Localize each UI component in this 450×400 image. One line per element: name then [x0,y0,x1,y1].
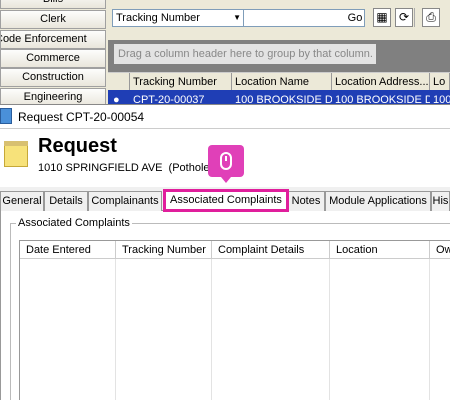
nav-item-clerk[interactable]: Clerk [0,10,106,29]
background-window: Bills Clerk Code Enforcement Commerce Co… [0,0,450,110]
tab-general[interactable]: General [0,191,44,211]
column-divider [115,259,116,400]
column-divider [329,259,330,400]
request-address: 1010 SPRINGFIELD AVE [38,162,163,174]
toolbar-divider [414,8,415,27]
column-tracking-number[interactable]: Tracking Number [116,241,212,259]
page-title: Request [38,135,117,157]
grid-header: Tracking Number Location Name Location A… [108,72,450,91]
window-icon [0,108,12,124]
dialog-titlebar[interactable]: Request CPT-20-00054 [0,105,450,129]
sticky-note-icon [4,141,28,167]
column-date-entered[interactable]: Date Entered [20,241,116,259]
nav-item-commerce[interactable]: Commerce [0,49,106,68]
request-dialog: Request CPT-20-00054 Request 1010 SPRING… [0,104,450,400]
window-title: Request CPT-20-00054 [18,110,145,124]
column-owner[interactable]: Own [430,241,450,259]
column-divider [429,259,430,400]
tab-associated-complaints[interactable]: Associated Complaints [163,189,289,212]
column-location[interactable]: Location [330,241,430,259]
list-header: Date Entered Tracking Number Complaint D… [20,241,450,259]
tab-notes[interactable]: Notes [287,191,325,211]
go-button[interactable]: Go [346,9,364,27]
request-category: (Pothole) [168,162,214,174]
cursor-badge [208,145,244,183]
grid-header-location-address[interactable]: Location Address... [332,73,430,91]
tab-complainants[interactable]: Complainants [88,191,162,211]
nav-item-bills[interactable]: Bills [0,0,106,9]
mouse-icon [220,152,232,170]
tab-strip: General Details Complainants Associated … [0,189,450,212]
module-nav: Bills Clerk Code Enforcement Commerce Co… [0,0,108,110]
tab-history[interactable]: His [431,191,450,211]
associated-complaints-list[interactable]: Date Entered Tracking Number Complaint D… [19,240,450,400]
nav-item-construction[interactable]: Construction [0,68,106,87]
associated-complaints-group: Associated Complaints Date Entered Track… [10,216,450,400]
results-grid: Drag a column header here to group by th… [108,40,450,110]
column-divider [211,259,212,400]
grid-icon[interactable]: ▦ [373,8,391,27]
group-by-hint[interactable]: Drag a column header here to group by th… [114,44,376,64]
refresh-icon[interactable]: ⟳ [395,8,413,27]
tab-details[interactable]: Details [44,191,88,211]
grid-header-location-name[interactable]: Location Name [232,73,332,91]
tab-module-applications[interactable]: Module Applications [325,191,431,211]
grid-header-tracking-number[interactable]: Tracking Number [130,73,232,91]
column-complaint-details[interactable]: Complaint Details [212,241,330,259]
search-field-select[interactable]: Tracking Number ▼ [112,9,246,27]
list-body [20,259,450,400]
chevron-down-icon: ▼ [233,13,241,22]
section-title: Associated Complaints [16,216,132,230]
associated-complaints-panel: Associated Complaints Date Entered Track… [0,211,450,400]
grid-header-icon-col [108,73,130,91]
grid-header-lo[interactable]: Lo [430,73,450,91]
print-icon[interactable]: ⎙ [422,8,440,27]
request-subtitle: 1010 SPRINGFIELD AVE (Pothole) [38,161,213,175]
search-field-value: Tracking Number [116,12,200,24]
nav-item-code-enforcement[interactable]: Code Enforcement [0,30,106,49]
search-toolbar: Tracking Number ▼ Go ▦ ⟳ ⎙ [108,0,450,40]
